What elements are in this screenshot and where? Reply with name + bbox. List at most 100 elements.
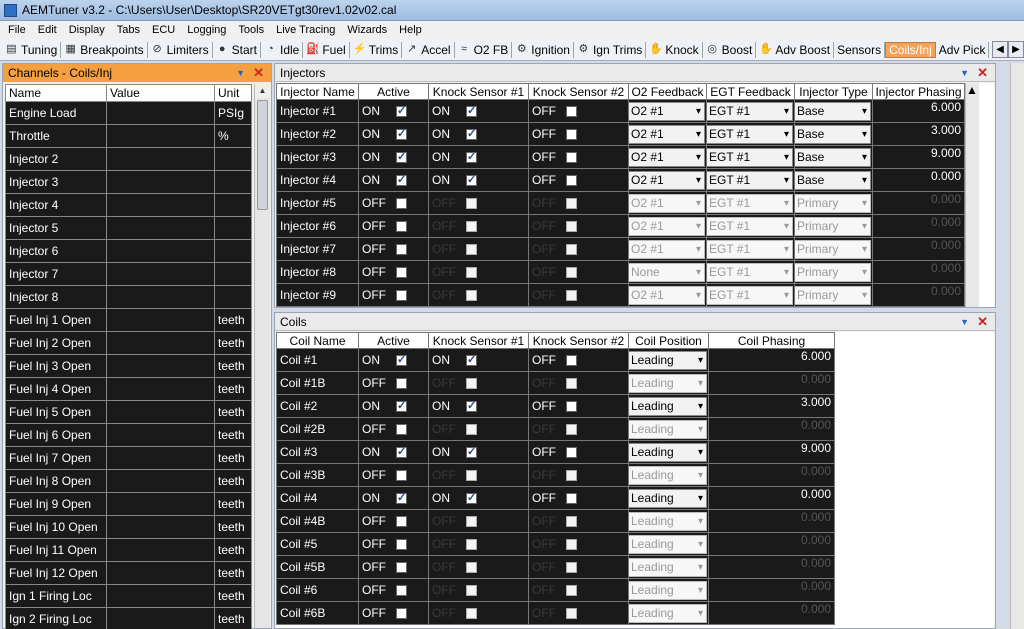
injector-phasing-value[interactable]: 0.000 [872,168,965,192]
active-toggle[interactable]: OFF [358,555,429,579]
o2-feedback-select[interactable]: O2 #1 [629,239,705,259]
menu-wizards[interactable]: Wizards [341,24,393,36]
table-row[interactable]: Coil #2ONONOFFLeading3.000 [276,394,835,418]
table-row[interactable]: Coil #2BOFFOFFOFFLeading0.000 [276,417,835,441]
knock-sensor-2-toggle[interactable]: OFF [528,486,629,510]
coil-phasing-value[interactable]: 6.000 [708,348,835,372]
table-row[interactable]: Fuel Inj 10 Open teeth [5,515,252,539]
table-row[interactable]: Injector #2ONONOFFO2 #1EGT #1Base3.000 [276,122,965,146]
knock-sensor-1-toggle-checkbox[interactable] [466,608,477,620]
knock-sensor-2-toggle[interactable]: OFF [528,578,629,602]
menu-logging[interactable]: Logging [181,24,232,36]
knock-sensor-1-toggle[interactable]: ON [428,394,529,418]
knock-sensor-2-toggle[interactable]: OFF [528,283,629,307]
column-header-knock-sensor-2[interactable]: Knock Sensor #2 [528,83,629,100]
knock-sensor-2-toggle[interactable]: OFF [528,371,629,395]
coil-position-select[interactable]: Leading [629,511,707,531]
knock-sensor-2-toggle-checkbox[interactable] [566,493,577,505]
injector-type-select[interactable]: Primary [795,285,871,305]
active-toggle[interactable]: OFF [358,237,429,261]
tab-tuning[interactable]: ▤ Tuning [2,41,62,58]
tab-fuel[interactable]: ⛽ Fuel [303,41,350,58]
knock-sensor-1-toggle[interactable]: OFF [428,237,529,261]
active-toggle[interactable]: OFF [358,191,429,215]
active-toggle[interactable]: ON [358,348,429,372]
knock-sensor-1-toggle-checkbox[interactable] [466,539,477,551]
table-row[interactable]: Injector #8OFFOFFOFFNoneEGT #1Primary0.0… [276,260,965,284]
coil-position-select[interactable]: Leading [629,557,707,577]
table-row[interactable]: Injector #3ONONOFFO2 #1EGT #1Base9.000 [276,145,965,169]
active-toggle[interactable]: OFF [358,578,429,602]
coil-phasing-value[interactable]: 0.000 [708,555,835,579]
close-icon[interactable]: ✕ [977,65,988,81]
table-row[interactable]: Injector 7 [5,262,252,286]
tab-o2-fb[interactable]: ≈ O2 FB [455,41,513,58]
active-toggle[interactable]: ON [358,122,429,146]
coil-phasing-value[interactable]: 0.000 [708,578,835,602]
knock-sensor-1-toggle[interactable]: OFF [428,578,529,602]
tab-accel[interactable]: ↗ Accel [402,41,455,58]
knock-sensor-1-toggle-checkbox[interactable] [466,221,477,233]
menu-file[interactable]: File [2,24,32,36]
knock-sensor-2-toggle-checkbox[interactable] [566,378,577,390]
active-toggle[interactable]: ON [358,99,429,123]
column-header-knock-sensor-2[interactable]: Knock Sensor #2 [528,332,629,349]
table-row[interactable]: Ign 1 Firing Loc teeth [5,584,252,608]
active-toggle-checkbox[interactable] [396,424,407,436]
egt-feedback-select[interactable]: EGT #1 [707,239,793,259]
injector-phasing-value[interactable]: 0.000 [872,283,965,307]
egt-feedback-select[interactable]: EGT #1 [707,147,793,167]
panel-menu-icon[interactable]: ▼ [960,317,969,327]
tab-scroll-right-button[interactable]: ▶ [1008,41,1024,58]
active-toggle-checkbox[interactable] [396,150,407,164]
table-row[interactable]: Injector 8 [5,285,252,309]
menu-edit[interactable]: Edit [32,24,63,36]
coil-phasing-value[interactable]: 0.000 [708,417,835,441]
table-row[interactable]: Coil #5BOFFOFFOFFLeading0.000 [276,555,835,579]
table-row[interactable]: Fuel Inj 1 Open teeth [5,308,252,332]
table-row[interactable]: Coil #4ONONOFFLeading0.000 [276,486,835,510]
knock-sensor-2-toggle-checkbox[interactable] [566,608,577,620]
coil-phasing-value[interactable]: 0.000 [708,371,835,395]
knock-sensor-1-toggle-checkbox[interactable] [466,127,477,141]
active-toggle[interactable]: OFF [358,260,429,284]
menu-display[interactable]: Display [63,24,111,36]
coil-position-select[interactable]: Leading [629,373,707,393]
active-toggle-checkbox[interactable] [396,267,407,279]
coil-phasing-value[interactable]: 0.000 [708,463,835,487]
knock-sensor-1-toggle-checkbox[interactable] [466,445,477,459]
column-header-unit[interactable]: Unit [214,84,252,102]
active-toggle-checkbox[interactable] [396,516,407,528]
active-toggle-checkbox[interactable] [396,491,407,505]
table-row[interactable]: Injector 6 [5,239,252,263]
knock-sensor-1-toggle[interactable]: OFF [428,601,529,625]
injector-type-select[interactable]: Base [795,147,871,167]
close-icon[interactable]: ✕ [977,314,988,330]
table-row[interactable]: Injector #4ONONOFFO2 #1EGT #1Base0.000 [276,168,965,192]
active-toggle[interactable]: ON [358,440,429,464]
coil-phasing-value[interactable]: 0.000 [708,601,835,625]
menu-ecu[interactable]: ECU [146,24,181,36]
coil-position-select[interactable]: Leading [629,465,707,485]
egt-feedback-select[interactable]: EGT #1 [707,285,793,305]
table-row[interactable]: Fuel Inj 4 Open teeth [5,377,252,401]
column-header-injector-name[interactable]: Injector Name [276,83,359,100]
active-toggle[interactable]: ON [358,394,429,418]
injector-phasing-value[interactable]: 9.000 [872,145,965,169]
tab-coils-inj[interactable]: Coils/Inj [885,41,936,58]
knock-sensor-1-toggle-checkbox[interactable] [466,491,477,505]
knock-sensor-1-toggle[interactable]: OFF [428,555,529,579]
active-toggle-checkbox[interactable] [396,104,407,118]
table-row[interactable]: Fuel Inj 9 Open teeth [5,492,252,516]
knock-sensor-2-toggle-checkbox[interactable] [566,152,577,164]
o2-feedback-select[interactable]: O2 #1 [629,147,705,167]
column-header-value[interactable]: Value [106,84,215,102]
o2-feedback-select[interactable]: O2 #1 [629,216,705,236]
knock-sensor-1-toggle[interactable]: OFF [428,283,529,307]
knock-sensor-1-toggle-checkbox[interactable] [466,399,477,413]
tab-trims[interactable]: ⚡ Trims [350,41,403,58]
knock-sensor-1-toggle[interactable]: ON [428,440,529,464]
active-toggle-checkbox[interactable] [396,399,407,413]
channels-scrollbar[interactable]: ▲ [254,84,270,628]
knock-sensor-2-toggle-checkbox[interactable] [566,585,577,597]
